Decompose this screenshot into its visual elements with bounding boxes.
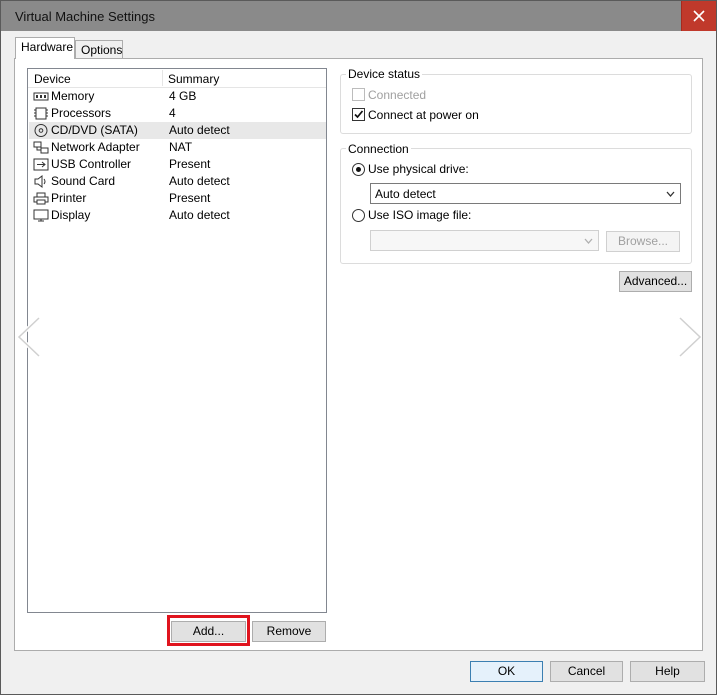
connect-at-power-on-label: Connect at power on [368, 108, 479, 122]
connected-label: Connected [368, 88, 427, 102]
device-name: Processors [51, 106, 112, 120]
usb-icon [33, 158, 49, 171]
title-bar[interactable]: Virtual Machine Settings [1, 1, 716, 31]
radio-dot-icon [356, 167, 361, 172]
physical-drive-value: Auto detect [375, 187, 436, 201]
cd-dvd-icon [34, 124, 48, 137]
device-list[interactable]: Device Summary Memory 4 GB Processors 4 … [27, 68, 327, 613]
device-row-sound-card[interactable]: Sound Card Auto detect [29, 173, 326, 190]
remove-button[interactable]: Remove [252, 621, 326, 642]
device-summary: Present [169, 157, 211, 171]
device-summary: NAT [169, 140, 193, 154]
device-name: CD/DVD (SATA) [51, 123, 138, 137]
column-header-device[interactable]: Device [34, 72, 71, 86]
device-status-label: Device status [346, 67, 423, 81]
chevron-down-icon [584, 238, 593, 244]
column-header-summary[interactable]: Summary [168, 72, 219, 86]
device-row-cd-dvd[interactable]: CD/DVD (SATA) Auto detect [29, 122, 326, 139]
device-summary: Auto detect [169, 208, 230, 222]
connect-at-power-on-checkbox[interactable] [352, 108, 365, 121]
device-status-group [340, 74, 692, 134]
use-physical-drive-label: Use physical drive: [368, 162, 469, 176]
browse-button[interactable]: Browse... [606, 231, 680, 252]
device-row-network-adapter[interactable]: Network Adapter NAT [29, 139, 326, 156]
chevron-left-icon[interactable] [15, 316, 43, 358]
chevron-down-icon [666, 191, 675, 197]
checkmark-icon [354, 110, 364, 119]
cancel-button[interactable]: Cancel [550, 661, 623, 682]
device-row-usb-controller[interactable]: USB Controller Present [29, 156, 326, 173]
device-name: Memory [51, 89, 95, 103]
network-adapter-icon [33, 141, 49, 154]
device-name: Network Adapter [51, 140, 140, 154]
use-iso-image-label: Use ISO image file: [368, 208, 472, 222]
chevron-right-icon[interactable] [676, 316, 704, 358]
ok-button[interactable]: OK [470, 661, 543, 682]
connection-label: Connection [346, 142, 411, 156]
tab-options-label: Options [81, 43, 123, 57]
speaker-icon [34, 175, 46, 188]
printer-icon [33, 192, 49, 205]
tab-hardware[interactable]: Hardware [15, 37, 75, 59]
device-name: Display [51, 208, 91, 222]
device-summary: Auto detect [169, 123, 230, 137]
vm-settings-window: Virtual Machine Settings Hardware Option… [0, 0, 717, 695]
device-summary: Present [169, 191, 211, 205]
column-separator[interactable] [162, 70, 163, 86]
physical-drive-select[interactable]: Auto detect [370, 183, 681, 204]
use-physical-drive-radio[interactable] [352, 163, 365, 176]
device-row-memory[interactable]: Memory 4 GB [29, 88, 326, 105]
device-list-header: Device Summary [28, 69, 326, 88]
device-row-printer[interactable]: Printer Present [29, 190, 326, 207]
iso-image-select[interactable] [370, 230, 599, 251]
advanced-button[interactable]: Advanced... [619, 271, 692, 292]
monitor-icon [33, 209, 49, 222]
use-iso-image-radio[interactable] [352, 209, 365, 222]
connected-checkbox[interactable] [352, 88, 365, 101]
help-button[interactable]: Help [630, 661, 705, 682]
device-summary: Auto detect [169, 174, 230, 188]
memory-icon [33, 92, 49, 101]
device-summary: 4 [169, 106, 176, 120]
processor-icon [34, 107, 48, 120]
device-name: Sound Card [51, 174, 116, 188]
device-row-processors[interactable]: Processors 4 [29, 105, 326, 122]
add-button-highlight [167, 615, 250, 646]
close-icon [693, 10, 705, 22]
tab-hardware-label: Hardware [21, 40, 74, 54]
device-name: USB Controller [51, 157, 132, 171]
close-button[interactable] [681, 1, 716, 31]
device-row-display[interactable]: Display Auto detect [29, 207, 326, 224]
device-summary: 4 GB [169, 89, 197, 103]
tab-options[interactable]: Options [75, 40, 123, 59]
window-title: Virtual Machine Settings [15, 9, 155, 24]
device-name: Printer [51, 191, 87, 205]
